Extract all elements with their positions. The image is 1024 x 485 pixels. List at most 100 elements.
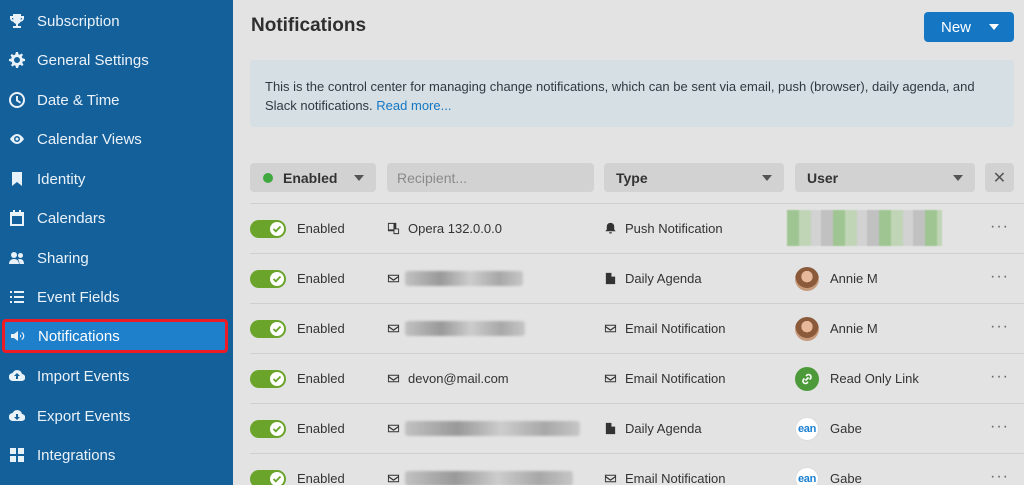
sidebar-item-label: Import Events: [37, 367, 130, 385]
main-content: Notifications New This is the control ce…: [233, 0, 1024, 485]
enabled-toggle[interactable]: [250, 320, 286, 338]
clear-filters-button[interactable]: ✕: [985, 163, 1014, 192]
chevron-down-icon: [354, 175, 364, 181]
sidebar-item-integrations[interactable]: Integrations: [0, 437, 233, 473]
avatar: [795, 317, 819, 341]
redacted-recipient: [405, 271, 523, 286]
user-filter[interactable]: User: [795, 163, 975, 192]
enabled-toggle[interactable]: [250, 220, 286, 238]
status-text: Enabled: [297, 421, 345, 436]
row-menu-button[interactable]: ···: [990, 318, 1009, 336]
redacted-recipient: [405, 421, 580, 436]
chevron-down-icon: [989, 24, 999, 30]
sidebar-item-date-time[interactable]: Date & Time: [0, 82, 233, 118]
megaphone-icon: [9, 327, 27, 345]
info-box: This is the control center for managing …: [250, 60, 1014, 127]
user-name: Gabe: [830, 421, 862, 436]
type-text: Daily Agenda: [625, 271, 702, 286]
envelope-icon: [387, 322, 401, 336]
avatar: ean: [795, 417, 819, 441]
sidebar-item-identity[interactable]: Identity: [0, 161, 233, 197]
sidebar-item-sharing[interactable]: Sharing: [0, 240, 233, 276]
sidebar-item-calendars[interactable]: Calendars: [0, 200, 233, 236]
sidebar-item-label: Calendar Views: [37, 130, 142, 148]
clock-icon: [8, 91, 26, 109]
sidebar-item-event-fields[interactable]: Event Fields: [0, 279, 233, 315]
type-text: Push Notification: [625, 221, 723, 236]
sidebar-item-label: Integrations: [37, 446, 116, 464]
eye-icon: [8, 130, 26, 148]
status-text: Enabled: [297, 371, 345, 386]
sidebar-item-subscription[interactable]: Subscription: [0, 3, 233, 39]
user-name: Annie M: [830, 271, 878, 286]
enabled-toggle[interactable]: [250, 420, 286, 438]
enabled-toggle[interactable]: [250, 370, 286, 388]
sidebar-item-import-events[interactable]: Import Events: [0, 358, 233, 394]
cloud-download-icon: [8, 407, 26, 425]
user-name: Annie M: [830, 321, 878, 336]
envelope-icon: [387, 472, 401, 485]
page-title: Notifications: [251, 15, 367, 36]
envelope-icon: [387, 372, 401, 386]
row-menu-button[interactable]: ···: [990, 218, 1009, 236]
sidebar-item-general-settings[interactable]: General Settings: [0, 42, 233, 78]
status-text: Enabled: [297, 471, 345, 485]
device-icon: [387, 222, 401, 236]
document-icon: [604, 272, 618, 286]
table-row: Enabled Daily Agenda ean Gabe ···: [250, 403, 1024, 453]
check-icon: [270, 222, 284, 236]
check-icon: [270, 422, 284, 436]
check-icon: [270, 272, 284, 286]
type-text: Daily Agenda: [625, 421, 702, 436]
sidebar-item-label: Notifications: [38, 327, 120, 345]
user-name: Read Only Link: [830, 371, 919, 386]
new-button[interactable]: New: [924, 12, 1014, 42]
table-row: Enabled Opera 132.0.0.0 Push Notificatio…: [250, 203, 1024, 253]
cloud-upload-icon: [8, 367, 26, 385]
bell-icon: [604, 222, 618, 236]
sidebar-item-calendar-views[interactable]: Calendar Views: [0, 121, 233, 157]
row-menu-button[interactable]: ···: [990, 268, 1009, 286]
enabled-toggle[interactable]: [250, 270, 286, 288]
sidebar-item-label: Sharing: [37, 249, 89, 267]
redacted-recipient: [405, 321, 525, 336]
status-text: Enabled: [297, 271, 345, 286]
check-icon: [270, 372, 284, 386]
redacted-user: [787, 210, 942, 246]
recipient-placeholder: Recipient...: [397, 169, 468, 186]
chevron-down-icon: [953, 175, 963, 181]
sidebar: Subscription General Settings Date & Tim…: [0, 0, 233, 485]
row-menu-button[interactable]: ···: [990, 468, 1009, 485]
bookmark-icon: [8, 170, 26, 188]
check-icon: [270, 322, 284, 336]
row-menu-button[interactable]: ···: [990, 418, 1009, 436]
link-icon: [795, 367, 819, 391]
sidebar-item-notifications[interactable]: Notifications: [2, 319, 228, 353]
sidebar-item-label: Calendars: [37, 209, 106, 227]
status-filter[interactable]: Enabled: [250, 163, 376, 192]
type-filter[interactable]: Type: [604, 163, 784, 192]
read-more-link[interactable]: Read more...: [376, 98, 451, 113]
table-row: Enabled Email Notification Annie M ···: [250, 303, 1024, 353]
close-icon: ✕: [992, 169, 1007, 187]
list-icon: [8, 288, 26, 306]
avatar: ean: [795, 467, 819, 485]
table-row: Enabled Email Notification ean Gabe ···: [250, 453, 1024, 485]
sidebar-item-export-events[interactable]: Export Events: [0, 398, 233, 434]
document-icon: [604, 422, 618, 436]
table-row: Enabled Daily Agenda Annie M ···: [250, 253, 1024, 303]
status-text: Enabled: [297, 321, 345, 336]
recipient-text: Opera 132.0.0.0: [408, 221, 502, 236]
recipient-filter-input[interactable]: Recipient...: [387, 163, 594, 192]
users-icon: [8, 249, 26, 267]
sidebar-item-label: Date & Time: [37, 91, 120, 109]
type-filter-label: Type: [616, 169, 648, 186]
recipient-text: devon@mail.com: [408, 371, 509, 386]
user-name: Gabe: [830, 471, 862, 485]
sidebar-item-label: General Settings: [37, 51, 149, 69]
row-menu-button[interactable]: ···: [990, 368, 1009, 386]
sidebar-item-label: Identity: [37, 170, 86, 188]
table-row: Enabled devon@mail.com Email Notificatio…: [250, 353, 1024, 403]
status-text: Enabled: [297, 221, 345, 236]
enabled-toggle[interactable]: [250, 470, 286, 485]
